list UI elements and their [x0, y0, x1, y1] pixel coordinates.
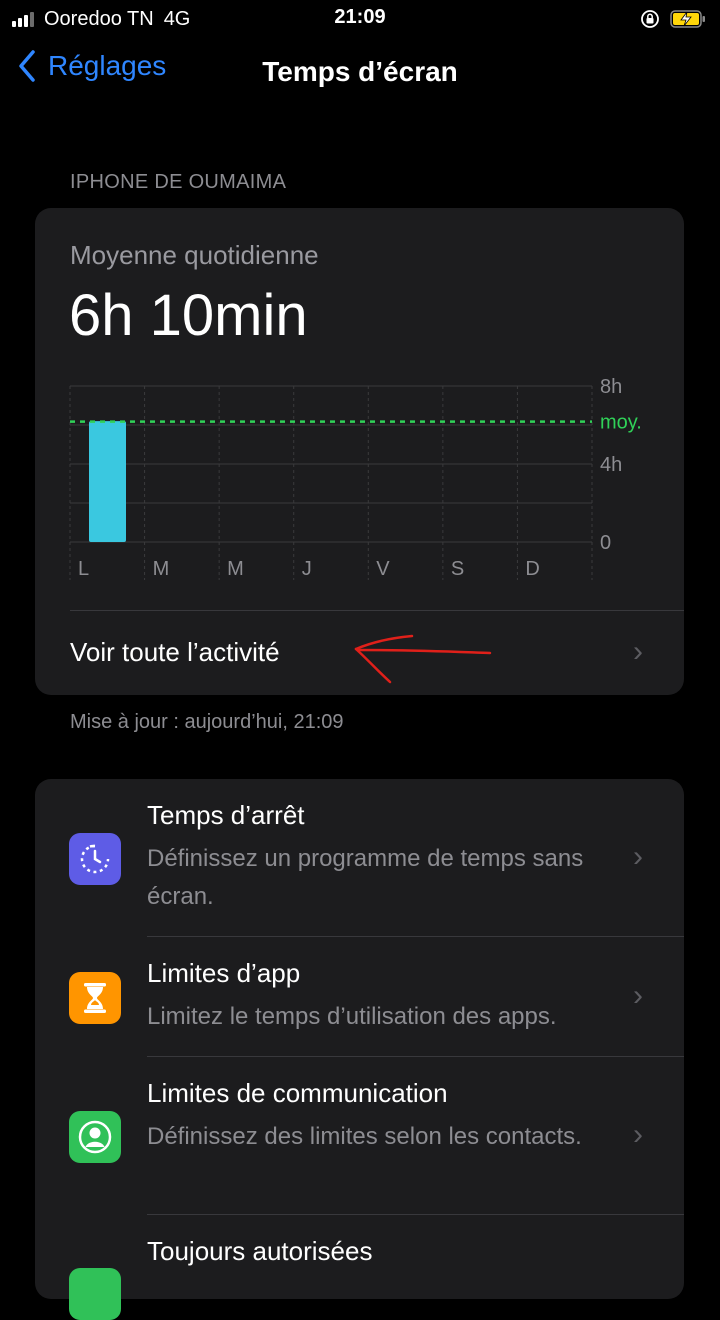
page-title: Temps d’écran — [262, 56, 458, 87]
device-section-header: IPHONE DE OUMAIMA — [70, 171, 287, 193]
app-limits-title[interactable]: Limites d’app — [147, 958, 300, 989]
x-tick-label: S — [451, 558, 464, 580]
x-tick-label: M — [153, 558, 170, 580]
average-label: moy. — [600, 412, 642, 434]
divider — [147, 1056, 684, 1057]
communication-limits-subtitle: Définissez des limites selon les contact… — [147, 1123, 582, 1150]
chevron-right-icon: › — [633, 1118, 643, 1151]
see-all-activity-link[interactable]: Voir toute l’activité — [70, 637, 280, 668]
daily-average-label: Moyenne quotidienne — [70, 240, 319, 270]
checkmark-icon — [69, 1268, 121, 1320]
y-tick-label: 8h — [600, 376, 622, 398]
y-tick-label: 0 — [600, 532, 611, 554]
status-time: 21:09 — [334, 6, 386, 28]
status-bar-right — [640, 6, 706, 32]
downtime-icon — [69, 833, 121, 885]
bar-0 — [89, 421, 126, 542]
always-allowed-title[interactable]: Toujours autorisées — [147, 1236, 372, 1267]
downtime-subtitle: Définissez un programme de temps sans éc… — [147, 845, 584, 910]
last-updated-text: Mise à jour : aujourd’hui, 21:09 — [70, 711, 344, 733]
x-tick-label: D — [525, 558, 539, 580]
annotation-arrow — [354, 634, 492, 684]
battery-charging-icon — [670, 10, 705, 28]
chevron-right-icon: › — [633, 840, 643, 873]
x-tick-label: J — [302, 558, 312, 580]
app-limits-subtitle: Limitez le temps d’utilisation des apps. — [147, 1003, 557, 1030]
hourglass-icon — [69, 972, 121, 1024]
x-tick-label: L — [78, 558, 89, 580]
chevron-right-icon: › — [633, 979, 643, 1012]
divider — [147, 936, 684, 937]
contact-icon — [69, 1111, 121, 1163]
divider — [147, 1214, 684, 1215]
y-tick-label: 4h — [600, 454, 622, 476]
x-tick-label: M — [227, 558, 244, 580]
downtime-title[interactable]: Temps d’arrêt — [147, 800, 305, 831]
rotation-lock-icon — [641, 10, 659, 28]
daily-average-value: 6h 10min — [69, 283, 308, 348]
chevron-right-icon: › — [633, 635, 643, 668]
x-tick-label: V — [376, 558, 390, 580]
divider — [70, 610, 684, 611]
communication-limits-title[interactable]: Limites de communication — [147, 1078, 448, 1109]
weekly-usage-chart[interactable]: L M M J V S D 8h 4h 0 moy. — [68, 372, 688, 592]
